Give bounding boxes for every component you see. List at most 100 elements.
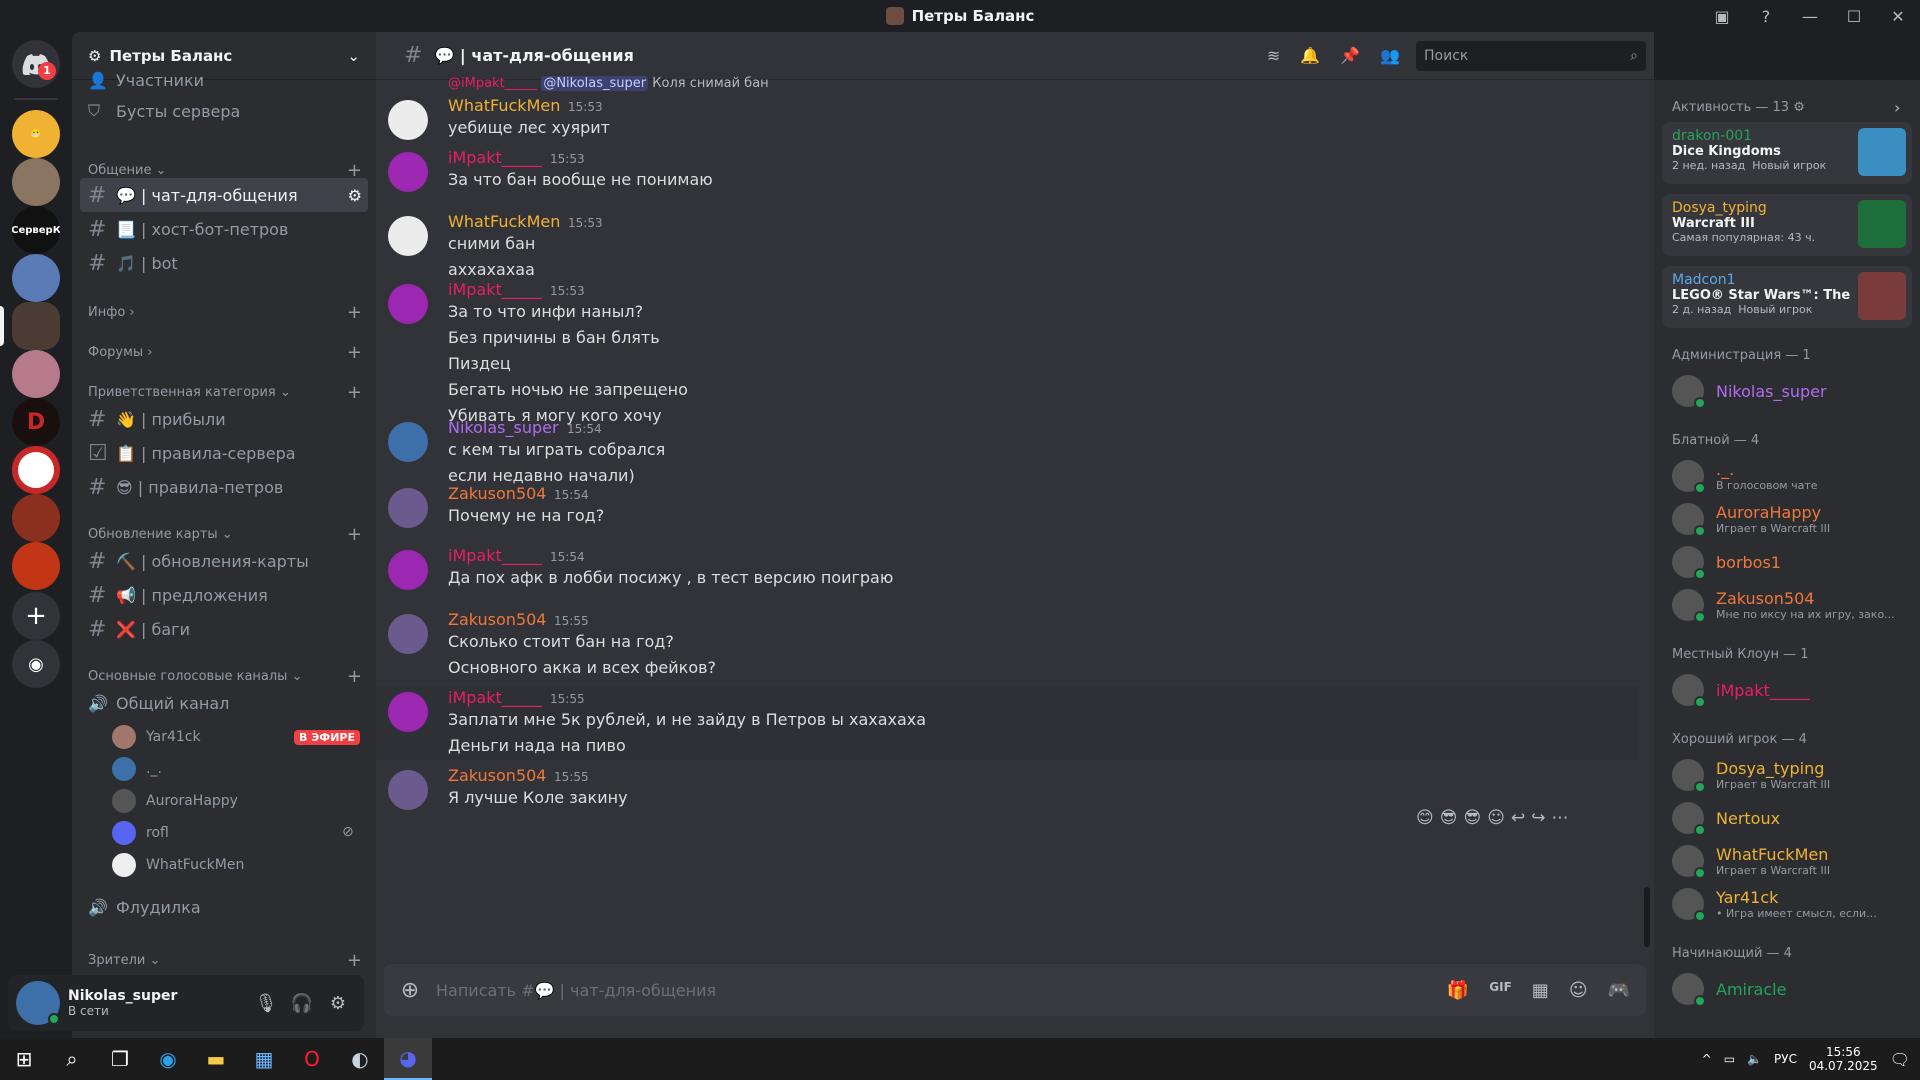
add-server-icon[interactable]: + [12,592,60,640]
message[interactable]: WhatFuckMen 15:53 сними бан аххахахаа [376,210,1638,284]
voice-user[interactable]: rofl [112,820,169,846]
message[interactable]: iMpakt_____ 15:55 Заплати мне 5к рублей, и… [376,686,1638,760]
pin-icon[interactable]: 📌 [1340,46,1360,65]
channel-rules[interactable]: ☑ 📋 | правила-сервера [80,436,368,470]
member-item[interactable]: AuroraHappy Играет в Warcraft III [1662,498,1908,540]
member-item[interactable]: Yar41ck • Игра имеет смысл, если... [1662,883,1908,925]
message-input[interactable]: Написать #💬 | чат-для-общения [436,981,1447,1000]
category-voice[interactable]: Основные голосовые каналы ⌄ + [88,666,368,687]
search-icon[interactable]: ⌕ [48,1038,96,1080]
server-icon-8[interactable] [12,446,60,494]
headphones-icon[interactable]: 🎧 [284,993,320,1014]
message[interactable]: WhatFuckMen 15:53 уебище лес хуярит [376,94,1638,142]
category-map[interactable]: Обновление карты ⌄ + [88,524,368,545]
avatar[interactable] [388,284,428,324]
clock[interactable]: 15:56 04.07.2025 [1809,1045,1878,1073]
message-author[interactable]: Zakuson504 [448,484,546,503]
channel-chat[interactable]: # 💬 | чат-для-общения ⚙ [80,178,368,212]
message-author[interactable]: WhatFuckMen [448,212,560,231]
channel-host[interactable]: # 📃 | хост-бот-петров [80,212,368,246]
activity-card[interactable]: Dosya_typing Warcraft III Самая популярная… [1662,194,1912,256]
bell-icon[interactable]: 🔔 [1300,46,1320,65]
category-general[interactable]: Общение ⌄ + [88,160,368,181]
emoji-icon[interactable]: ☺ [1569,980,1588,1001]
message-author[interactable]: iMpakt_____ [448,148,542,167]
channel-petrov-rules[interactable]: # 😎 | правила-петров [80,470,368,504]
add-channel-icon[interactable]: + [347,302,362,323]
volume-icon[interactable]: 🔈 [1747,1052,1762,1066]
category-forums[interactable]: Форумы › + [88,342,368,363]
avatar[interactable] [388,488,428,528]
channel-map-updates[interactable]: # ⛏️ | обновления-карты [80,544,368,578]
server-icon-diablo[interactable]: D [12,398,60,446]
threads-icon[interactable]: ≋ [1267,46,1280,65]
message[interactable]: Zakuson504 15:54 Почему не на год? [376,482,1638,530]
channel-settings-icon[interactable]: ⚙ [348,186,362,205]
activity-card[interactable]: drakon-001 Dice Kingdoms 2 нед. назад Новы… [1662,122,1912,184]
message-author[interactable]: iMpakt_____ [448,546,542,565]
avatar[interactable] [388,614,428,654]
voice-user[interactable]: ._. [112,756,162,782]
reaction-smile-icon[interactable]: 😊 [1416,808,1434,828]
voice-user[interactable]: Yar41ck [112,724,201,750]
message-author[interactable]: iMpakt_____ [448,280,542,299]
settings-gear-icon[interactable]: ⚙ [320,993,356,1014]
member-item[interactable]: Dosya_typing Играет в Warcraft III [1662,754,1908,796]
avatar[interactable] [388,422,428,462]
server-icon-3[interactable]: СерверК [12,206,60,254]
reply-preview[interactable]: @iMpakt_____ @Nikolas_super Коля снимай … [448,76,769,91]
member-item[interactable]: ._. В голосовом чате [1662,455,1908,497]
activities-icon[interactable]: 🎮 [1608,980,1630,1001]
add-channel-icon[interactable]: + [347,950,362,971]
language-indicator[interactable]: РУС [1774,1052,1797,1066]
server-icon-4[interactable] [12,254,60,302]
notifications-icon[interactable]: 🗨 [1890,1050,1910,1069]
add-reaction-icon[interactable]: ☺ [1487,808,1505,828]
server-icon-2[interactable] [12,158,60,206]
message-author[interactable]: Zakuson504 [448,766,546,785]
discover-icon[interactable]: ◉ [12,640,60,688]
windows-start-icon[interactable]: ⊞ [0,1038,48,1080]
gift-icon[interactable]: 🎁 [1447,980,1469,1001]
help-icon[interactable]: ? [1744,7,1788,26]
sticker-icon[interactable]: ▦ [1532,980,1549,1001]
store-icon[interactable]: ▦ [240,1038,288,1080]
message-author[interactable]: WhatFuckMen [448,96,560,115]
search-input[interactable]: Поиск ⌕ [1416,40,1646,71]
activity-card[interactable]: Madcon1LEGO® Star Wars™: The Sk...2 д. н… [1662,266,1912,328]
add-attachment-icon[interactable]: ⊕ [384,978,436,1003]
avatar[interactable] [388,100,428,140]
microphone-icon[interactable]: 🎙 [248,993,284,1014]
server-icon-9[interactable] [12,494,60,542]
voice-user[interactable]: AuroraHappy [112,788,238,814]
reaction-cool-icon[interactable]: 😎 [1463,808,1481,828]
members-icon[interactable]: 👥 [1380,46,1400,65]
tray-chevron-icon[interactable]: ^ [1702,1052,1712,1066]
reply-icon[interactable]: ↩ [1511,808,1525,828]
forward-icon[interactable]: ↪ [1531,808,1545,828]
close-button[interactable]: ✕ [1876,7,1920,26]
add-channel-icon[interactable]: + [347,342,362,363]
message-author[interactable]: iMpakt_____ [448,688,542,707]
minimize-button[interactable]: — [1788,7,1832,26]
steam-icon[interactable]: ◐ [336,1038,384,1080]
maximize-button[interactable]: ☐ [1832,7,1876,26]
avatar[interactable] [16,981,60,1025]
server-boosts-link[interactable]: ⛉ Бусты сервера [80,94,368,128]
message[interactable]: iMpakt_____ 15:53 За то что инфи наныл? Без… [376,278,1638,430]
member-item[interactable]: iMpakt_____ [1662,669,1908,711]
member-item[interactable]: Nikolas_super [1662,370,1908,412]
voice-user[interactable]: WhatFuckMen [112,852,244,878]
network-icon[interactable]: ▭ [1724,1052,1735,1066]
member-item[interactable]: Nertoux [1662,797,1908,839]
members-link[interactable]: 👤 Участники [80,70,368,90]
edge-icon[interactable]: ◉ [144,1038,192,1080]
avatar[interactable] [388,770,428,810]
opera-icon[interactable]: O [288,1038,336,1080]
channel-suggestions[interactable]: # 📢 | предложения [80,578,368,612]
discord-taskbar-icon[interactable]: ◕ [384,1038,432,1080]
server-icon-1[interactable]: 😬 [12,110,60,158]
channel-bugs[interactable]: # ❌ | баги [80,612,368,646]
more-icon[interactable]: ⋯ [1551,808,1568,828]
member-item[interactable]: Zakuson504 Мне по иксу на их игру, зако..… [1662,584,1908,626]
